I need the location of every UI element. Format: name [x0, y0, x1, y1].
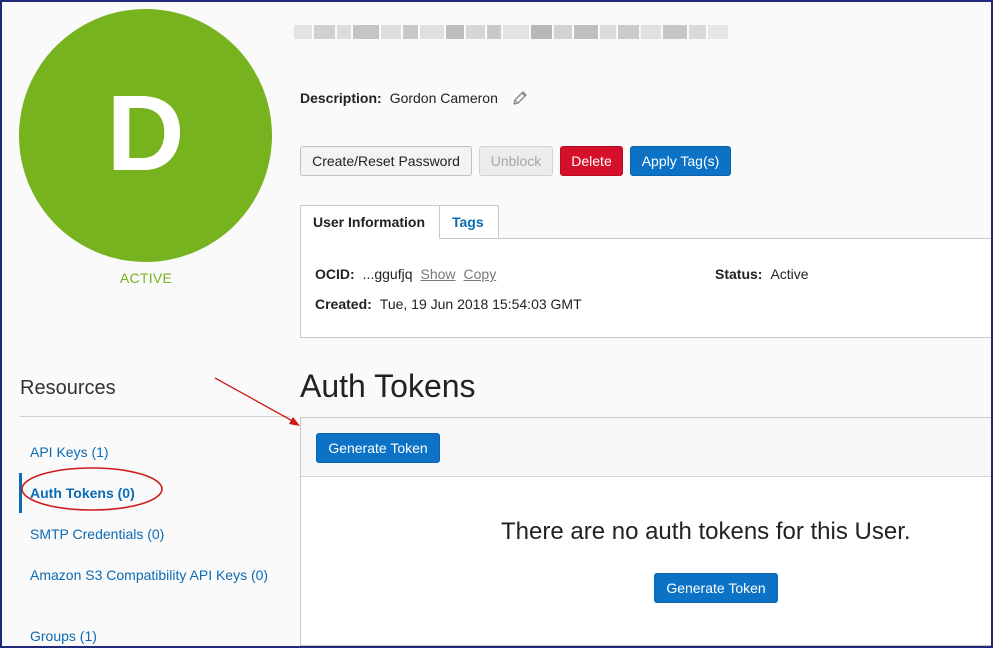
- status-label: Status:: [715, 266, 763, 282]
- description-value: Gordon Cameron: [389, 90, 498, 106]
- resources-divider: [20, 416, 290, 417]
- active-resource-indicator: [19, 473, 22, 513]
- user-avatar: D: [19, 9, 272, 262]
- auth-tokens-heading: Auth Tokens: [300, 368, 476, 404]
- ocid-label: OCID:: [315, 266, 355, 282]
- ocid-show-link[interactable]: Show: [421, 266, 456, 282]
- resources-heading: Resources: [20, 377, 116, 399]
- resource-groups[interactable]: Groups (1): [30, 626, 270, 646]
- redacted-user-name: [294, 14, 730, 50]
- create-reset-password-button[interactable]: Create/Reset Password: [300, 146, 472, 176]
- resource-auth-tokens[interactable]: Auth Tokens (0): [30, 483, 270, 503]
- tab-tags[interactable]: Tags: [440, 205, 499, 239]
- ocid-copy-link[interactable]: Copy: [464, 266, 497, 282]
- created-value: Tue, 19 Jun 2018 15:54:03 GMT: [379, 296, 582, 312]
- auth-tokens-panel: Generate Token There are no auth tokens …: [300, 417, 991, 646]
- description-label: Description:: [300, 90, 382, 106]
- generate-token-button[interactable]: Generate Token: [316, 433, 440, 463]
- resource-smtp-credentials[interactable]: SMTP Credentials (0): [30, 524, 270, 544]
- empty-state-generate-token-button[interactable]: Generate Token: [654, 573, 778, 603]
- ocid-value: ...ggufjq: [362, 266, 413, 282]
- empty-state-message: There are no auth tokens for this User.: [501, 518, 911, 545]
- description-row: Description: Gordon Cameron: [300, 90, 528, 106]
- resource-s3-compat-keys[interactable]: Amazon S3 Compatibility API Keys (0): [30, 565, 270, 585]
- user-status-label: ACTIVE: [119, 270, 173, 286]
- resource-api-keys[interactable]: API Keys (1): [30, 442, 270, 462]
- user-information-panel: OCID: ...ggufjq Show Copy Status: Active…: [300, 238, 991, 338]
- status-value: Active: [770, 266, 809, 282]
- user-detail-tabs: User Information Tags: [300, 205, 499, 239]
- unblock-button: Unblock: [479, 146, 553, 176]
- auth-tokens-toolbar: Generate Token: [301, 418, 991, 477]
- user-actions-toolbar: Create/Reset Password Unblock Delete App…: [300, 146, 731, 176]
- delete-button[interactable]: Delete: [560, 146, 623, 176]
- ocid-row: OCID: ...ggufjq Show Copy: [315, 266, 496, 282]
- status-row: Status: Active: [715, 266, 809, 282]
- pencil-icon[interactable]: [512, 90, 528, 106]
- created-row: Created: Tue, 19 Jun 2018 15:54:03 GMT: [315, 296, 582, 312]
- avatar-letter: D: [106, 71, 185, 193]
- user-details-page: D ACTIVE Description: Gordon Cameron Cre…: [0, 0, 993, 648]
- apply-tags-button[interactable]: Apply Tag(s): [630, 146, 731, 176]
- tab-user-information[interactable]: User Information: [300, 205, 440, 239]
- created-label: Created:: [315, 296, 372, 312]
